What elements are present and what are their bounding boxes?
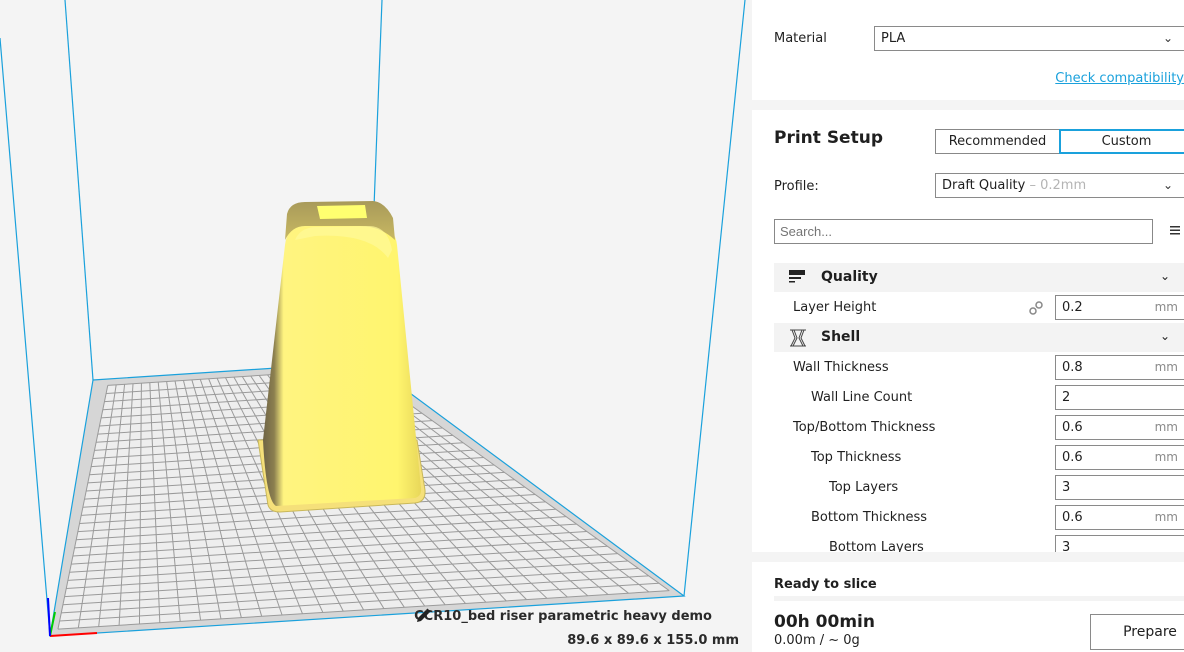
setting-row: Bottom Thickness 0.6 mm (774, 503, 1184, 533)
settings-search-input[interactable] (774, 219, 1153, 244)
setting-value: 3 (1062, 540, 1071, 552)
setting-row: Top Layers 3 (774, 473, 1184, 503)
pencil-icon[interactable] (417, 607, 738, 625)
material-panel: Material PLA ⌄ Check compatibility (752, 0, 1184, 100)
material-label: Material (774, 31, 827, 46)
setting-input[interactable]: 0.6 mm (1055, 505, 1184, 530)
shell-icon (788, 328, 808, 348)
setting-row: Top Thickness 0.6 mm (774, 443, 1184, 473)
setting-value: 3 (1062, 480, 1071, 495)
setting-unit: mm (1154, 360, 1178, 374)
setting-value: 0.2 (1062, 300, 1083, 315)
tab-custom[interactable]: Custom (1059, 129, 1184, 154)
object-name: CCR10_bed riser parametric heavy demo (414, 608, 712, 624)
material-value: PLA (881, 31, 906, 46)
prepare-button[interactable]: Prepare (1090, 614, 1184, 650)
object-dimensions: 89.6 x 89.6 x 155.0 mm (567, 633, 739, 648)
setting-row: Wall Thickness 0.8 mm (774, 353, 1184, 383)
volume-edge (0, 37, 51, 637)
setting-row: Wall Line Count 2 (774, 383, 1184, 413)
category-name: Shell (821, 329, 861, 345)
profile-layer-suffix: – 0.2mm (1029, 178, 1087, 193)
check-compatibility-link[interactable]: Check compatibility (1055, 71, 1184, 86)
tab-recommended[interactable]: Recommended (935, 129, 1060, 154)
setting-unit: mm (1154, 450, 1178, 464)
volume-edge (683, 0, 746, 597)
setting-row-layer-height: Layer Height 0.2 mm (774, 293, 1184, 323)
build-volume-scene[interactable] (0, 0, 752, 652)
setting-input[interactable]: 3 (1055, 475, 1184, 500)
setting-row: Bottom Layers 3 (774, 533, 1184, 552)
chevron-down-icon: ⌄ (1159, 329, 1170, 343)
setting-input[interactable]: 0.6 mm (1055, 445, 1184, 470)
chevron-down-icon: ⌄ (1159, 269, 1170, 283)
setting-input[interactable]: 3 (1055, 535, 1184, 552)
model-bed-riser[interactable] (257, 201, 426, 513)
chevron-down-icon: ⌄ (1162, 178, 1173, 192)
category-name: Quality (821, 269, 878, 285)
setting-row: Top/Bottom Thickness 0.6 mm (774, 413, 1184, 443)
quality-icon (788, 268, 808, 288)
3d-viewport[interactable]: CCR10_bed riser parametric heavy demo 89… (0, 0, 752, 652)
setting-input[interactable]: 2 (1055, 385, 1184, 410)
setting-label: Top Layers (829, 480, 899, 495)
setting-label: Top/Bottom Thickness (793, 420, 936, 435)
object-name-row: CCR10_bed riser parametric heavy demo (414, 607, 738, 625)
chevron-down-icon: ⌄ (1162, 31, 1173, 45)
material-dropdown[interactable]: PLA ⌄ (874, 26, 1184, 51)
setting-label: Layer Height (793, 300, 877, 315)
setting-label: Bottom Thickness (811, 510, 928, 525)
category-shell[interactable]: Shell ⌄ (774, 323, 1184, 352)
category-quality[interactable]: Quality ⌄ (774, 263, 1184, 292)
setting-unit: mm (1154, 300, 1178, 314)
material-usage: 0.00m / ~ 0g (774, 633, 860, 648)
profile-value: Draft Quality (942, 178, 1026, 193)
print-setup-panel: Print Setup Recommended Custom Profile: … (752, 110, 1184, 552)
setting-input[interactable]: 0.6 mm (1055, 415, 1184, 440)
setting-value: 0.6 (1062, 510, 1083, 525)
setting-value: 0.6 (1062, 420, 1083, 435)
sidebar: Material PLA ⌄ Check compatibility Print… (752, 0, 1184, 652)
setting-label: Wall Thickness (793, 360, 889, 375)
setting-unit: mm (1154, 420, 1178, 434)
print-setup-title: Print Setup (774, 128, 883, 148)
volume-edge (64, 0, 94, 381)
setting-label: Top Thickness (811, 450, 902, 465)
setting-label: Wall Line Count (811, 390, 913, 405)
link-icon[interactable] (1028, 300, 1044, 316)
print-time: 00h 00min (774, 612, 875, 632)
profile-label: Profile: (774, 179, 819, 194)
setting-value: 0.8 (1062, 360, 1083, 375)
slice-status: Ready to slice (774, 577, 877, 592)
setting-input[interactable]: 0.8 mm (1055, 355, 1184, 380)
profile-dropdown[interactable]: Draft Quality – 0.2mm ⌄ (935, 173, 1184, 198)
slice-panel: Ready to slice 00h 00min 0.00m / ~ 0g Pr… (752, 562, 1184, 652)
setting-unit: mm (1154, 510, 1178, 524)
setting-value: 2 (1062, 390, 1071, 405)
divider (774, 596, 1184, 601)
settings-visibility-menu-icon[interactable] (1168, 222, 1182, 238)
setting-label: Bottom Layers (829, 540, 924, 552)
setting-value: 0.6 (1062, 450, 1083, 465)
layer-height-input[interactable]: 0.2 mm (1055, 295, 1184, 320)
